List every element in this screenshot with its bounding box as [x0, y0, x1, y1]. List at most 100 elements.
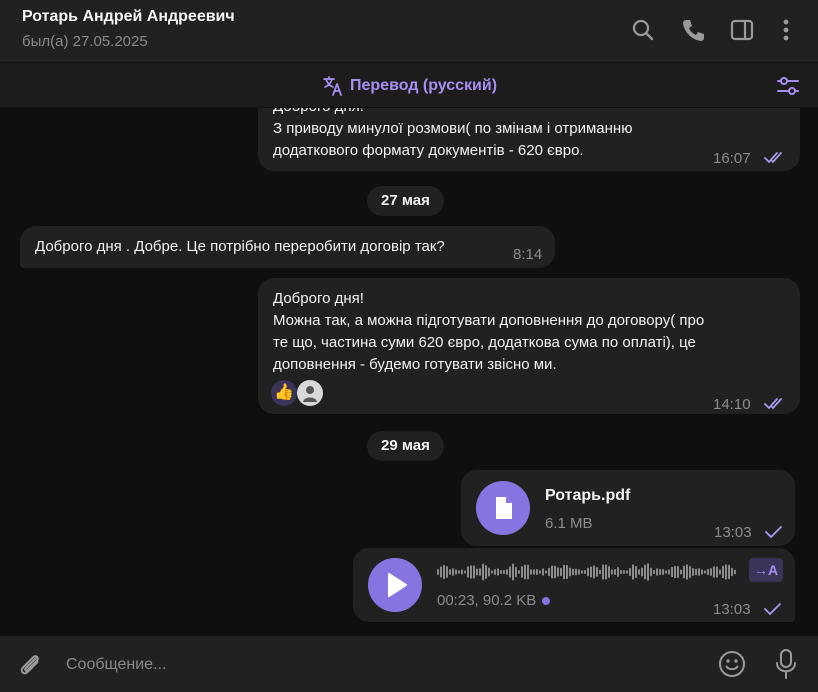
phone-icon[interactable]	[680, 17, 706, 43]
waveform-bar	[641, 567, 643, 577]
waveform-bar	[719, 569, 721, 575]
translate-label: Перевод (русский)	[350, 77, 498, 94]
date-separator: 27 мая	[367, 186, 444, 216]
waveform-bar	[494, 569, 496, 575]
waveform-bar	[476, 568, 478, 576]
message-composer	[0, 636, 818, 692]
waveform-bar	[461, 569, 463, 575]
waveform-bar	[680, 569, 682, 575]
waveform-bar	[464, 570, 466, 574]
waveform-bar	[584, 570, 586, 574]
message-line: те що, частина суми 620 євро, додаткова …	[273, 334, 696, 351]
waveform-bar	[728, 564, 730, 580]
waveform-bar	[725, 564, 727, 580]
incoming-message[interactable]: Доброго дня . Добре. Це потрібно перероб…	[20, 226, 555, 268]
waveform-bar	[665, 570, 667, 574]
voice-message[interactable]: →A 00:23, 90.2 KB 13:03	[353, 548, 795, 622]
waveform-bar	[698, 568, 700, 576]
waveform-bar	[692, 568, 694, 576]
search-icon[interactable]	[630, 17, 656, 43]
waveform-bar	[689, 565, 691, 579]
waveform-bar	[467, 566, 469, 578]
double-check-icon	[764, 398, 782, 410]
waveform-bar	[557, 567, 559, 577]
play-button[interactable]	[368, 558, 422, 612]
waveform-bar	[455, 569, 457, 575]
waveform-bar	[686, 564, 688, 580]
more-options-icon[interactable]	[773, 17, 799, 43]
translate-button[interactable]: Перевод (русский)	[322, 75, 497, 97]
waveform-bar	[683, 565, 685, 579]
message-input[interactable]	[64, 650, 688, 680]
waveform-bar	[443, 564, 445, 580]
waveform-bar	[617, 567, 619, 577]
waveform-bar	[647, 563, 649, 581]
waveform-bar	[593, 565, 595, 579]
waveform-bar	[731, 567, 733, 577]
message-line: Можна так, а можна підготувати доповненн…	[273, 312, 705, 329]
waveform-bar	[656, 568, 658, 576]
reaction-thumbs-up[interactable]: 👍	[271, 380, 297, 406]
message-time: 13:03	[714, 524, 752, 541]
message-time: 8:14	[513, 246, 543, 263]
waveform-bar	[524, 564, 526, 580]
message-time: 13:03	[713, 601, 751, 618]
attach-icon[interactable]	[16, 650, 44, 678]
translate-icon	[323, 76, 342, 96]
waveform-bar	[497, 568, 499, 576]
chat-header: Ротарь Андрей Андреевич был(а) 27.05.202…	[0, 0, 818, 63]
waveform-bar	[509, 566, 511, 578]
file-message[interactable]: Ротарь.pdf 6.1 MB 13:03	[461, 470, 795, 546]
waveform-bar	[569, 567, 571, 577]
waveform-bar	[605, 564, 607, 580]
waveform-bar	[515, 566, 517, 578]
waveform-bar	[695, 568, 697, 576]
waveform-bar	[701, 569, 703, 575]
waveform-bar	[632, 564, 634, 580]
contact-name[interactable]: Ротарь Андрей Андреевич	[22, 8, 235, 26]
waveform-bar	[440, 566, 442, 578]
waveform-bar	[674, 565, 676, 579]
voice-waveform[interactable]	[437, 562, 737, 582]
waveform-bar	[521, 566, 523, 578]
waveform-bar	[446, 566, 448, 578]
waveform-bar	[575, 568, 577, 576]
message-list[interactable]: Доброго дня! З приводу минулої розмови( …	[0, 108, 818, 636]
outgoing-message[interactable]: Доброго дня! Можна так, а можна підготув…	[258, 278, 800, 414]
single-check-icon	[764, 603, 781, 616]
sidebar-toggle-icon[interactable]	[729, 17, 755, 43]
waveform-bar	[629, 567, 631, 577]
voice-meta: 00:23, 90.2 KB	[437, 590, 551, 612]
message-line: доповнення - будемо готувати звісно ми.	[273, 356, 557, 373]
user-avatar-icon	[303, 386, 317, 402]
reaction-avatar	[297, 380, 323, 406]
waveform-bar	[512, 563, 514, 581]
waveform-bar	[635, 566, 637, 578]
file-download-button[interactable]	[476, 481, 530, 535]
waveform-bar	[611, 569, 613, 575]
emoji-icon[interactable]	[717, 649, 747, 679]
waveform-bar	[491, 570, 493, 574]
voice-duration-size: 00:23, 90.2 KB	[437, 592, 537, 609]
file-name: Ротарь.pdf	[545, 487, 631, 504]
waveform-bar	[536, 568, 538, 576]
waveform-bar	[458, 570, 460, 574]
waveform-bar	[710, 568, 712, 576]
message-line: додаткового формату документів - 620 євр…	[273, 142, 584, 159]
message-line: З приводу минулої розмови( по змінам і о…	[273, 120, 633, 137]
waveform-bar	[671, 566, 673, 578]
waveform-bar	[530, 569, 532, 575]
waveform-bar	[722, 565, 724, 579]
waveform-bar	[668, 569, 670, 575]
translate-settings-icon[interactable]	[776, 74, 800, 98]
transcribe-button[interactable]: →A	[749, 558, 783, 582]
microphone-icon[interactable]	[773, 648, 799, 680]
outgoing-message[interactable]: Доброго дня! З приводу минулої розмови( …	[258, 108, 800, 171]
document-icon	[496, 497, 512, 519]
waveform-bar	[572, 568, 574, 576]
waveform-bar	[644, 564, 646, 580]
waveform-bar	[659, 568, 661, 576]
waveform-bar	[449, 569, 451, 575]
date-separator: 29 мая	[367, 431, 444, 461]
waveform-bar	[485, 565, 487, 579]
